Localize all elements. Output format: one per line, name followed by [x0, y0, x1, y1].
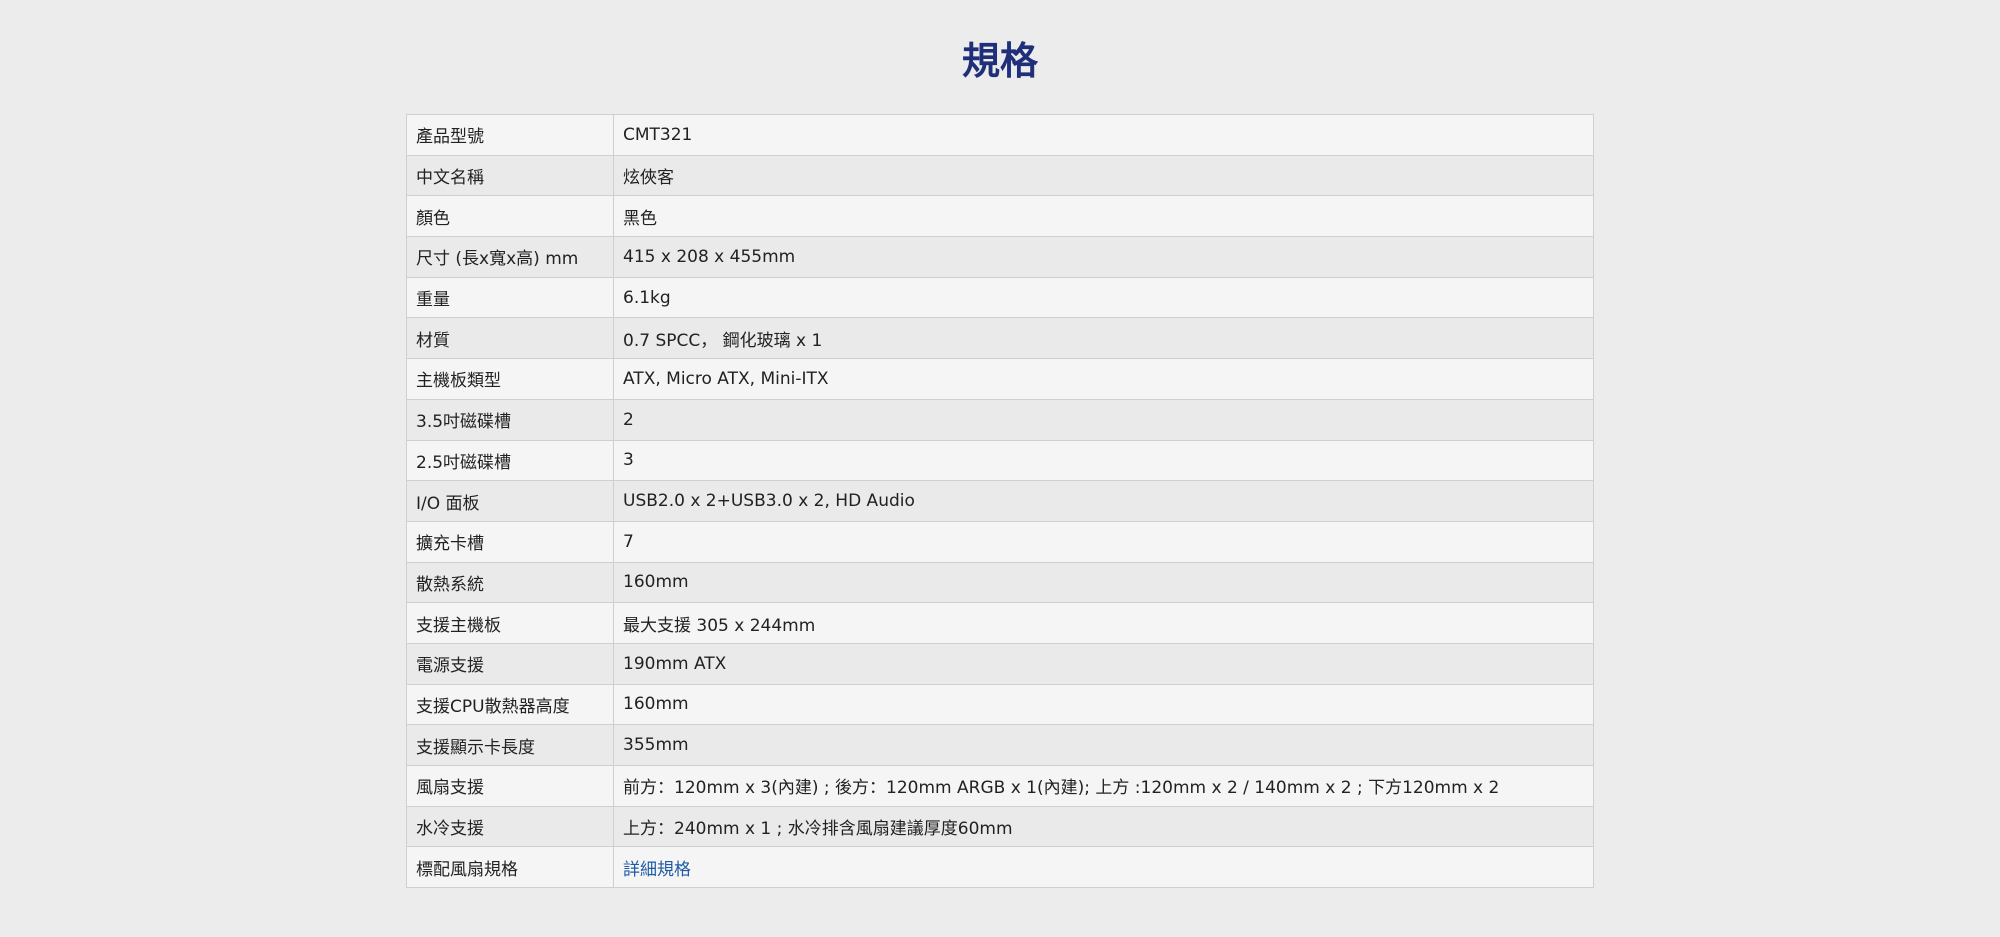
spec-value: 2 [613, 398, 1594, 441]
table-row: 標配風扇規格 詳細規格 [406, 846, 1594, 889]
spec-label: 3.5吋磁碟槽 [406, 398, 614, 441]
table-row: 中文名稱 炫俠客 [406, 154, 1594, 197]
table-row: 顏色 黑色 [406, 195, 1594, 238]
spec-value: 炫俠客 [613, 154, 1594, 197]
spec-value: 190mm ATX [613, 642, 1594, 685]
spec-label: 重量 [406, 276, 614, 319]
table-row: 3.5吋磁碟槽 2 [406, 398, 1594, 441]
table-row: 散熱系統 160mm [406, 561, 1594, 604]
spec-label: 支援顯示卡長度 [406, 724, 614, 766]
spec-label: 水冷支援 [406, 805, 614, 848]
table-row: 主機板類型 ATX, Micro ATX, Mini-ITX [406, 358, 1594, 400]
table-row: 產品型號 CMT321 [406, 114, 1594, 156]
spec-label: 中文名稱 [406, 154, 614, 197]
table-row: 材質 0.7 SPCC， 鋼化玻璃 x 1 [406, 317, 1594, 360]
spec-label: 尺寸 (長x寬x高) mm [406, 236, 614, 278]
spec-value: 355mm [613, 724, 1594, 766]
page-title: 規格 [961, 39, 1038, 83]
spec-table: 產品型號 CMT321 中文名稱 炫俠客 顏色 黑色 尺寸 (長x寬x高) mm… [406, 114, 1594, 889]
spec-label: 支援CPU散熱器高度 [406, 683, 614, 726]
spec-value: 3 [613, 439, 1594, 482]
spec-value: 0.7 SPCC， 鋼化玻璃 x 1 [613, 317, 1594, 360]
spec-label: 產品型號 [406, 114, 614, 156]
spec-label: 散熱系統 [406, 561, 614, 604]
spec-value: 黑色 [613, 195, 1594, 238]
spec-label: 材質 [406, 317, 614, 360]
spec-value: ATX, Micro ATX, Mini-ITX [613, 358, 1594, 400]
table-row: I/O 面板 USB2.0 x 2+USB3.0 x 2, HD Audio [406, 480, 1594, 522]
table-row: 水冷支援 上方：240mm x 1 ; 水冷排含風扇建議厚度60mm [406, 805, 1594, 848]
spec-label: 擴充卡槽 [406, 520, 614, 563]
spec-value: 前方：120mm x 3(內建) ; 後方：120mm ARGB x 1(內建)… [613, 765, 1594, 807]
spec-value: 160mm [613, 561, 1594, 604]
table-row: 重量 6.1kg [406, 276, 1594, 319]
table-row: 尺寸 (長x寬x高) mm 415 x 208 x 455mm [406, 236, 1594, 278]
spec-label: 標配風扇規格 [406, 846, 614, 889]
spec-label: 2.5吋磁碟槽 [406, 439, 614, 482]
table-row: 2.5吋磁碟槽 3 [406, 439, 1594, 482]
spec-value: 160mm [613, 683, 1594, 726]
spec-label: 支援主機板 [406, 602, 614, 644]
spec-value-cell: 詳細規格 [613, 846, 1594, 889]
spec-label: 顏色 [406, 195, 614, 238]
spec-label: 風扇支援 [406, 765, 614, 807]
spec-value: 上方：240mm x 1 ; 水冷排含風扇建議厚度60mm [613, 805, 1594, 848]
spec-value: 最大支援 305 x 244mm [613, 602, 1594, 644]
spec-value: 415 x 208 x 455mm [613, 236, 1594, 278]
spec-value: 6.1kg [613, 276, 1594, 319]
spec-label: 電源支援 [406, 642, 614, 685]
spec-label: 主機板類型 [406, 358, 614, 400]
table-row: 風扇支援 前方：120mm x 3(內建) ; 後方：120mm ARGB x … [406, 765, 1594, 807]
spec-value: 7 [613, 520, 1594, 563]
table-row: 支援主機板 最大支援 305 x 244mm [406, 602, 1594, 644]
table-row: 支援顯示卡長度 355mm [406, 724, 1594, 766]
table-row: 擴充卡槽 7 [406, 520, 1594, 563]
spec-value: CMT321 [613, 114, 1594, 156]
table-row: 電源支援 190mm ATX [406, 642, 1594, 685]
spec-value: USB2.0 x 2+USB3.0 x 2, HD Audio [613, 480, 1594, 522]
detailed-spec-link[interactable]: 詳細規格 [623, 860, 691, 880]
table-row: 支援CPU散熱器高度 160mm [406, 683, 1594, 726]
spec-label: I/O 面板 [406, 480, 614, 522]
